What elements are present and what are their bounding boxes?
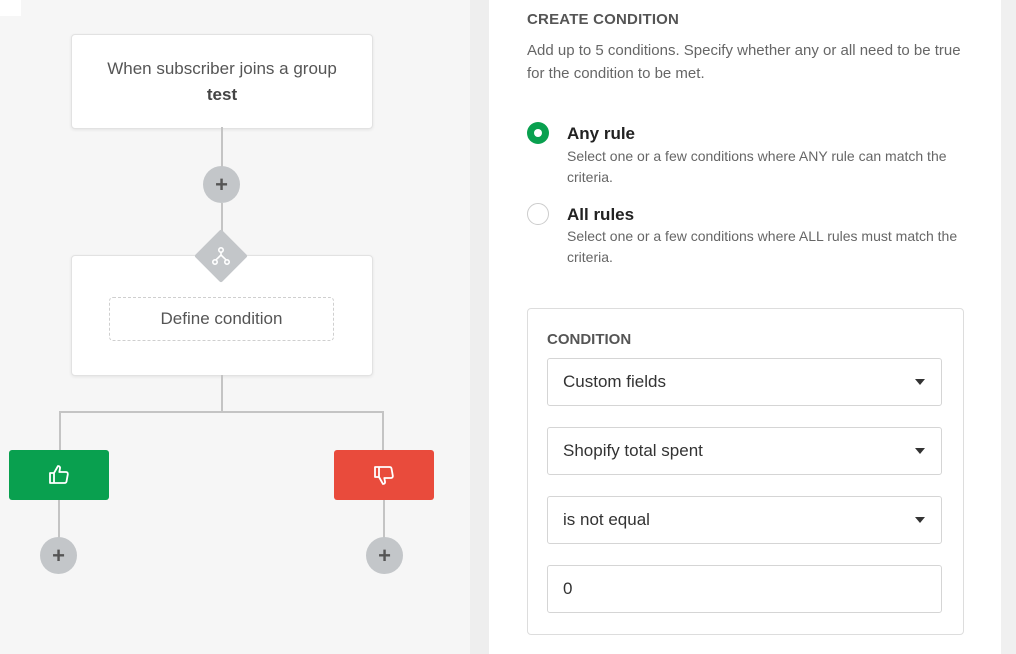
branch-line [59, 411, 384, 413]
connector-line [221, 127, 223, 167]
split-icon [211, 246, 231, 266]
trigger-group-name: test [206, 85, 238, 104]
operator-select[interactable]: is not equal [547, 496, 942, 544]
add-step-no-button[interactable]: + [366, 537, 403, 574]
field-value: Shopify total spent [563, 441, 703, 460]
plus-icon: + [215, 171, 228, 197]
thumbs-up-icon [49, 465, 69, 484]
caret-down-icon [915, 517, 925, 523]
thumbs-down-icon [374, 466, 394, 485]
branch-line [382, 411, 384, 451]
plus-icon: + [378, 542, 391, 568]
all-rules-radio[interactable] [527, 203, 549, 225]
connector-line [383, 500, 385, 538]
any-rule-label[interactable]: Any rule [567, 124, 635, 144]
add-step-yes-button[interactable]: + [40, 537, 77, 574]
plus-icon: + [52, 542, 65, 568]
caret-down-icon [915, 448, 925, 454]
all-rules-label[interactable]: All rules [567, 205, 634, 225]
no-branch-node[interactable] [334, 450, 434, 500]
corner-tab [0, 0, 21, 16]
trigger-title: When subscriber joins a group [107, 59, 337, 78]
any-rule-description: Select one or a few conditions where ANY… [567, 148, 947, 185]
value-input-text: 0 [563, 579, 573, 598]
trigger-step-card[interactable]: When subscriber joins a group test [71, 34, 373, 129]
panel-scroll-gutter [1001, 0, 1016, 654]
condition-label: CONDITION [547, 331, 632, 348]
connector-line [221, 375, 223, 412]
operator-value: is not equal [563, 510, 650, 529]
panel-title: CREATE CONDITION [527, 11, 680, 28]
condition-box: CONDITION Custom fields Shopify total sp… [527, 308, 964, 635]
field-type-value: Custom fields [563, 372, 666, 391]
panel-divider [470, 0, 489, 654]
add-step-button[interactable]: + [203, 166, 240, 203]
yes-branch-node[interactable] [9, 450, 109, 500]
all-rules-description: Select one or a few conditions where ALL… [567, 228, 958, 265]
panel-description: Add up to 5 conditions. Specify whether … [527, 42, 961, 82]
field-select[interactable]: Shopify total spent [547, 427, 942, 475]
branch-line [59, 411, 61, 451]
connector-line [58, 500, 60, 538]
value-input[interactable]: 0 [547, 565, 942, 613]
any-rule-radio[interactable] [527, 122, 549, 144]
caret-down-icon [915, 379, 925, 385]
define-condition-button[interactable]: Define condition [109, 297, 334, 341]
field-type-select[interactable]: Custom fields [547, 358, 942, 406]
